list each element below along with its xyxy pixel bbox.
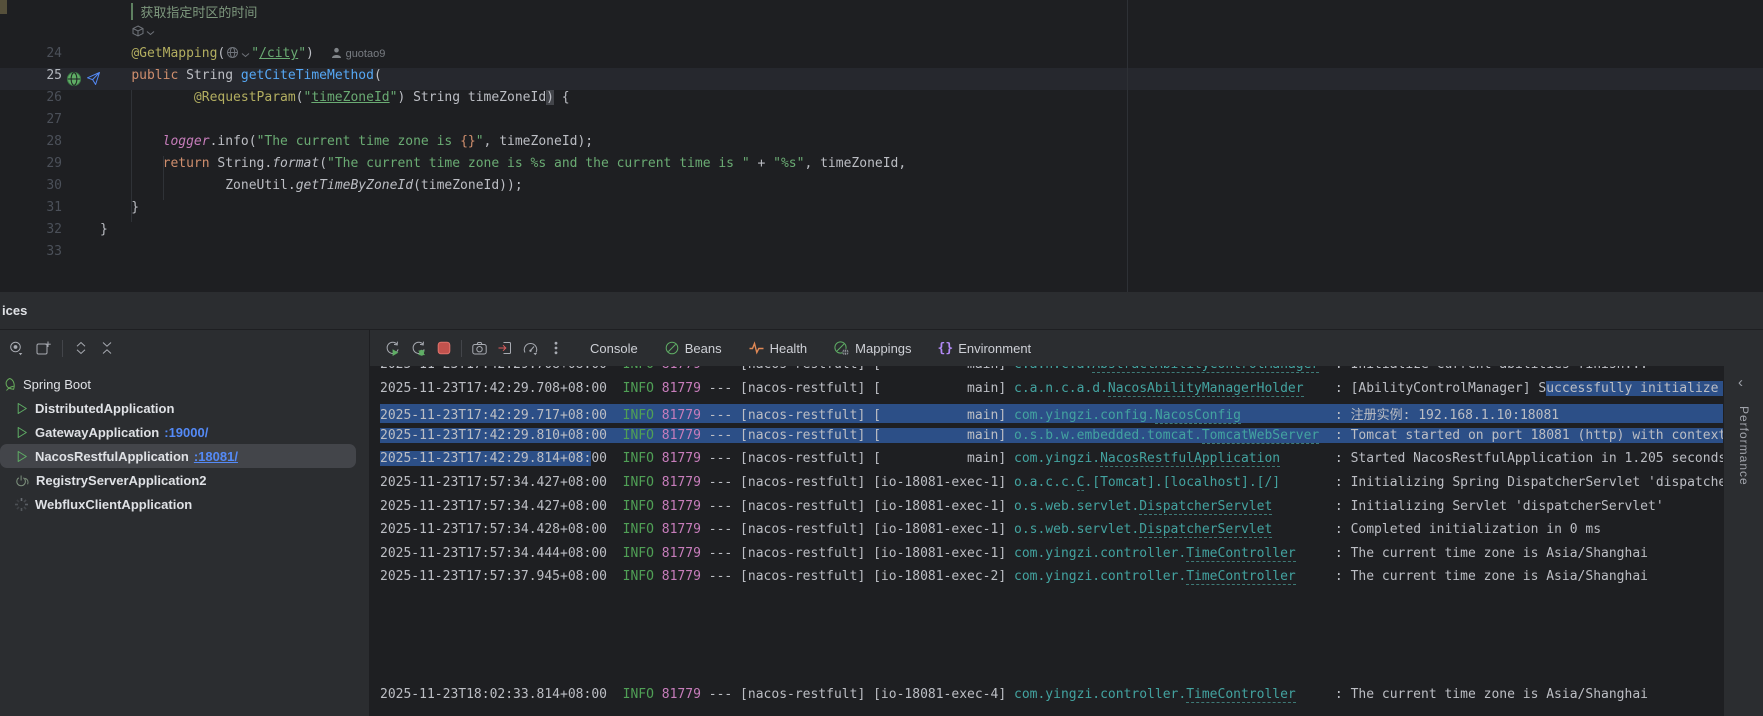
service-item-gatewayapplication[interactable]: GatewayApplication:19000/ [0, 420, 369, 444]
log-row: 2025-11-23T17:57:37.945+08:00 INFO 81779… [371, 569, 1724, 593]
run-dashboard-tabs: Console Beans Health Mappings {}Environment [590, 330, 1031, 366]
tool-window-toolbar: Console Beans Health Mappings {}Environment [0, 330, 1763, 366]
code-line-30[interactable]: 30 ZoneUtil.getTimeByZoneId(timeZoneId))… [0, 178, 1763, 200]
line-number: 32 [0, 222, 62, 237]
thread-dump-camera-icon[interactable] [471, 340, 488, 357]
code-line-25[interactable]: 25 public String getCiteTimeMethod( [0, 68, 1763, 90]
code-line-24[interactable]: 24 @GetMapping("/city") guotao9 [0, 46, 1763, 68]
run-app-icon [14, 401, 29, 416]
services-toolbar [8, 330, 115, 366]
code-line-29[interactable]: 29 return String.format("The current tim… [0, 156, 1763, 178]
line-number: 30 [0, 178, 62, 193]
send-request-icon[interactable] [86, 71, 101, 86]
tab-console[interactable]: Console [590, 341, 638, 356]
health-pulse-icon [748, 340, 765, 356]
code-line[interactable]: 获取指定时区的时间 [0, 2, 1763, 24]
toolbar-separator [461, 340, 462, 357]
log-row: 2025-11-23T17:57:34.427+08:00 INFO 81779… [371, 475, 1724, 499]
chevron-down-icon[interactable] [146, 29, 155, 37]
rerun-icon[interactable] [384, 340, 401, 357]
log-blank-row [371, 617, 1724, 641]
log-row: 2025-11-23T18:02:33.814+08:00 INFO 81779… [371, 687, 1724, 711]
console-toolbar [384, 330, 564, 366]
log-row: 2025-11-23T17:42:29.814+08:00 INFO 81779… [371, 451, 1724, 475]
code-line-26[interactable]: 26 @RequestParam("timeZoneId") String ti… [0, 90, 1763, 112]
line-number: 28 [0, 134, 62, 149]
author-person-icon [331, 47, 342, 59]
performance-stripe-button[interactable]: Performance [1737, 406, 1751, 486]
loading-spinner-icon [14, 497, 29, 512]
line-number: 27 [0, 112, 62, 127]
service-port-link[interactable]: :19000/ [164, 425, 208, 440]
services-tree[interactable]: Spring BootDistributedApplicationGateway… [0, 366, 369, 716]
tool-window-header: ices [0, 292, 1763, 330]
chevron-down-icon[interactable] [241, 51, 250, 59]
doc-comment-bar [131, 3, 133, 20]
log-blank-row [371, 640, 1724, 664]
ide-window: { "colors": { "selection_blue": "#2C4F87… [0, 0, 1763, 716]
performance-gauge-icon[interactable] [522, 340, 539, 357]
tab-beans[interactable]: Beans [664, 340, 722, 356]
line-number: 29 [0, 156, 62, 171]
spring-boot-icon [2, 377, 17, 392]
log-row: 2025-11-23T17:42:29.708+08:00 INFO 81779… [371, 381, 1724, 405]
view-options-icon[interactable] [8, 340, 25, 357]
log-blank-row [371, 593, 1724, 617]
run-app-icon [14, 425, 29, 440]
line-number: 31 [0, 200, 62, 215]
beans-icon [664, 340, 680, 356]
ai-cube-icon [132, 25, 144, 37]
tab-mappings[interactable]: Mappings [833, 340, 911, 356]
tab-environment[interactable]: {}Environment [938, 341, 1032, 356]
service-item-registryserverapplication2[interactable]: RegistryServerApplication2 [0, 468, 369, 492]
log-row: 2025-11-23T17:57:34.428+08:00 INFO 81779… [371, 522, 1724, 546]
collapse-all-icon[interactable] [99, 340, 115, 356]
log-row: 2025-11-23T17:42:29.810+08:00 INFO 81779… [371, 428, 1724, 452]
code-line-33[interactable]: 33 [0, 244, 1763, 266]
code-line-27[interactable]: 27 [0, 112, 1763, 134]
service-item-spring boot[interactable]: Spring Boot [0, 372, 369, 396]
run-app-icon [14, 449, 29, 464]
code-editor[interactable]: 获取指定时区的时间 24 @GetMapping("/city") guotao… [0, 0, 1763, 292]
log-row: 2025-11-23T17:57:34.427+08:00 INFO 81779… [371, 499, 1724, 523]
service-item-nacosrestfulapplication[interactable]: NacosRestfulApplication:18081/ [0, 444, 356, 468]
stop-icon[interactable] [436, 340, 452, 356]
expand-all-icon[interactable] [73, 340, 89, 356]
code-line[interactable] [0, 24, 1763, 46]
line-number: 25 [0, 68, 62, 83]
toolbar-separator [62, 340, 63, 357]
log-row: 2025-11-23T17:42:29.717+08:00 INFO 81779… [371, 404, 1724, 428]
environment-braces-icon: {} [938, 341, 954, 356]
code-line-32[interactable]: 32} [0, 222, 1763, 244]
add-service-icon[interactable] [35, 340, 52, 357]
line-number: 26 [0, 90, 62, 105]
services-tool-window: ices Console Beans Health Mappings {}Environ… [0, 292, 1763, 716]
more-actions-icon[interactable] [548, 340, 564, 356]
url-globe-icon [226, 46, 239, 59]
service-item-distributedapplication[interactable]: DistributedApplication [0, 396, 369, 420]
console-log[interactable]: 2025-11-23T17:42:29.708+08:00 INFO 81779… [370, 366, 1724, 716]
code-line-28[interactable]: 28 logger.info("The current time zone is… [0, 134, 1763, 156]
tab-health[interactable]: Health [748, 340, 808, 356]
right-tool-window-stripe: ‹ Performance [1723, 366, 1763, 716]
mappings-icon [833, 340, 850, 356]
stopped-app-icon [14, 473, 30, 488]
log-row: 2025-11-23T17:42:29.708+08:00 INFO 81779… [371, 366, 1724, 381]
exit-icon[interactable] [497, 340, 513, 356]
service-port-link[interactable]: :18081/ [194, 449, 238, 464]
service-item-webfluxclientapplication[interactable]: WebfluxClientApplication [0, 492, 369, 516]
collapse-chevron-icon[interactable]: ‹ [1738, 374, 1743, 391]
code-line-31[interactable]: 31 } [0, 200, 1763, 222]
line-number: 24 [0, 46, 62, 61]
rest-endpoint-icon[interactable] [66, 71, 82, 87]
services-panel-title: ices [2, 292, 27, 329]
restart-debug-icon[interactable] [410, 340, 427, 357]
line-number: 33 [0, 244, 62, 259]
log-blank-row [371, 664, 1724, 688]
log-row: 2025-11-23T17:57:34.444+08:00 INFO 81779… [371, 546, 1724, 570]
